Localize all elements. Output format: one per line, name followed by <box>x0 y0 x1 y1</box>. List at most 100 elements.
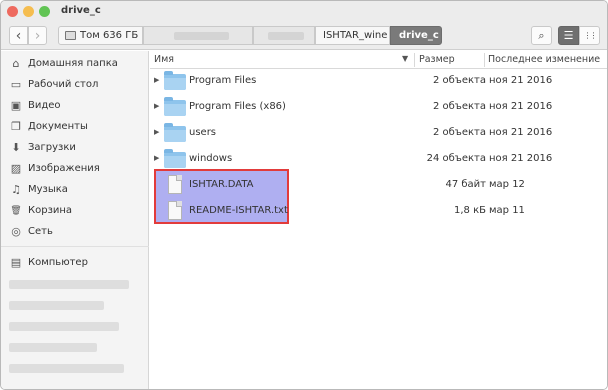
back-button[interactable]: ‹ <box>9 26 28 45</box>
file-name: README-ISHTAR.txt <box>189 205 288 216</box>
file-size: 2 объекта <box>432 127 486 138</box>
breadcrumb-ishtar-wine[interactable]: ISHTAR_wine <box>315 26 390 45</box>
close-window-button[interactable] <box>7 6 18 17</box>
file-size: 1,8 кБ <box>454 205 486 216</box>
title-bar: drive_c <box>1 1 607 21</box>
file-modified: ноя 21 2016 <box>489 101 553 112</box>
video-icon: ▣ <box>10 99 22 112</box>
file-name: windows <box>189 153 233 164</box>
file-row-program-files-x86[interactable]: ▶ Program Files (x86) 2 объекта ноя 21 2… <box>150 94 607 120</box>
file-name: Program Files (x86) <box>189 101 286 112</box>
column-header-modified[interactable]: Последнее изменение <box>488 54 600 65</box>
documents-icon: ❐ <box>11 120 21 133</box>
expand-triangle-icon[interactable]: ▶ <box>154 102 159 110</box>
sidebar-item-label: Видео <box>28 100 61 111</box>
breadcrumb-current-label: drive_c <box>399 30 439 41</box>
file-row-readme-ishtar[interactable]: README-ISHTAR.txt 1,8 кБ мар 11 <box>150 198 607 224</box>
file-row-program-files[interactable]: ▶ Program Files 2 объекта ноя 21 2016 <box>150 68 607 94</box>
search-button[interactable]: ⌕ <box>531 26 552 45</box>
window-title: drive_c <box>61 5 101 16</box>
sidebar-item-redacted[interactable] <box>9 322 119 331</box>
sidebar-item-documents[interactable]: ❐ Документы <box>1 116 149 137</box>
expand-triangle-icon[interactable]: ▶ <box>154 128 159 136</box>
list-view-button[interactable]: ☰ <box>558 26 579 45</box>
file-size: 2 объекта <box>432 75 486 86</box>
column-header-size[interactable]: Размер <box>419 54 455 65</box>
sidebar-item-images[interactable]: ▨ Изображения <box>1 158 149 179</box>
file-size: 24 объекта <box>426 153 486 164</box>
breadcrumb-redacted-2[interactable] <box>253 26 315 45</box>
column-divider[interactable] <box>484 53 485 67</box>
downloads-icon: ⬇ <box>11 141 21 154</box>
sidebar-item-computer[interactable]: ▤ Компьютер <box>1 252 149 273</box>
column-divider[interactable] <box>414 53 415 67</box>
sidebar-item-label: Компьютер <box>28 257 88 268</box>
minimize-window-button[interactable] <box>23 6 34 17</box>
file-icon <box>164 175 186 195</box>
folder-icon <box>164 97 186 117</box>
forward-button[interactable]: › <box>28 26 47 45</box>
redacted-text <box>268 32 304 40</box>
file-name: Program Files <box>189 75 257 86</box>
network-icon: ◎ <box>11 225 21 238</box>
sidebar-divider <box>1 246 149 247</box>
sidebar-item-downloads[interactable]: ⬇ Загрузки <box>1 137 149 158</box>
breadcrumb-drive-c[interactable]: drive_c <box>390 26 442 45</box>
sidebar-item-label: Музыка <box>28 184 68 195</box>
file-size: 2 объекта <box>432 101 486 112</box>
sidebar-item-trash[interactable]: 🗑 Корзина <box>1 200 149 221</box>
sidebar-item-redacted[interactable] <box>9 280 129 289</box>
expand-triangle-icon[interactable]: ▶ <box>154 76 159 84</box>
file-name: users <box>189 127 217 138</box>
sidebar-item-video[interactable]: ▣ Видео <box>1 95 149 116</box>
images-icon: ▨ <box>10 162 22 175</box>
chevron-left-icon: ‹ <box>15 27 22 44</box>
file-modified: ноя 21 2016 <box>489 75 553 86</box>
chevron-right-icon: › <box>34 27 41 44</box>
file-modified: ноя 21 2016 <box>489 127 553 138</box>
file-modified: ноя 21 2016 <box>489 153 553 164</box>
maximize-window-button[interactable] <box>39 6 50 17</box>
expand-triangle-icon[interactable]: ▶ <box>154 154 159 162</box>
file-list-pane: Имя ▼ Размер Последнее изменение ▶ Progr… <box>150 51 607 389</box>
sidebar-item-redacted[interactable] <box>9 364 124 373</box>
breadcrumb-volume[interactable]: Том 636 ГБ <box>58 26 143 45</box>
grid-view-button[interactable]: ⋮⋮ <box>579 26 600 45</box>
sidebar-item-label: Сеть <box>28 226 53 237</box>
file-modified: мар 11 <box>489 205 525 216</box>
sidebar-item-redacted[interactable] <box>9 343 97 352</box>
file-name: ISHTAR.DATA <box>189 179 254 190</box>
home-icon: ⌂ <box>12 57 20 70</box>
toolbar: ‹ › Том 636 ГБ ISHTAR_wine drive_c ⌕ ☰ ⋮… <box>1 21 607 50</box>
sidebar-item-redacted[interactable] <box>9 301 104 310</box>
breadcrumb-redacted-1[interactable] <box>143 26 253 45</box>
sidebar-item-desktop[interactable]: ▭ Рабочий стол <box>1 74 149 95</box>
sidebar-item-network[interactable]: ◎ Сеть <box>1 221 149 242</box>
sidebar-item-label: Документы <box>28 121 88 132</box>
file-size: 47 байт <box>445 179 486 190</box>
sidebar-item-music[interactable]: ♫ Музыка <box>1 179 149 200</box>
trash-icon: 🗑 <box>10 205 22 216</box>
file-manager-window: drive_c ‹ › Том 636 ГБ ISHTAR_wine drive… <box>0 0 608 390</box>
grid-view-icon: ⋮⋮ <box>583 31 598 40</box>
sidebar-item-label: Изображения <box>28 163 100 174</box>
folder-icon <box>164 71 186 91</box>
sidebar-item-label: Загрузки <box>28 142 76 153</box>
file-modified: мар 12 <box>489 179 525 190</box>
sort-descending-icon[interactable]: ▼ <box>402 54 408 63</box>
list-view-icon: ☰ <box>563 29 574 42</box>
file-row-users[interactable]: ▶ users 2 объекта ноя 21 2016 <box>150 120 607 146</box>
column-header-name[interactable]: Имя <box>154 54 174 65</box>
breadcrumb-volume-label: Том 636 ГБ <box>80 30 139 41</box>
file-row-ishtar-data[interactable]: ISHTAR.DATA 47 байт мар 12 <box>150 172 607 198</box>
sidebar: ⌂ Домашняя папка ▭ Рабочий стол ▣ Видео … <box>1 51 149 389</box>
sidebar-item-label: Рабочий стол <box>28 79 99 90</box>
sidebar-item-label: Корзина <box>28 205 73 216</box>
breadcrumb-wine-label: ISHTAR_wine <box>323 30 388 41</box>
folder-icon <box>164 123 186 143</box>
column-header-row: Имя ▼ Размер Последнее изменение <box>150 51 607 69</box>
computer-icon: ▤ <box>10 256 22 269</box>
music-icon: ♫ <box>11 183 21 196</box>
sidebar-item-home[interactable]: ⌂ Домашняя папка <box>1 53 149 74</box>
desktop-icon: ▭ <box>10 78 22 91</box>
